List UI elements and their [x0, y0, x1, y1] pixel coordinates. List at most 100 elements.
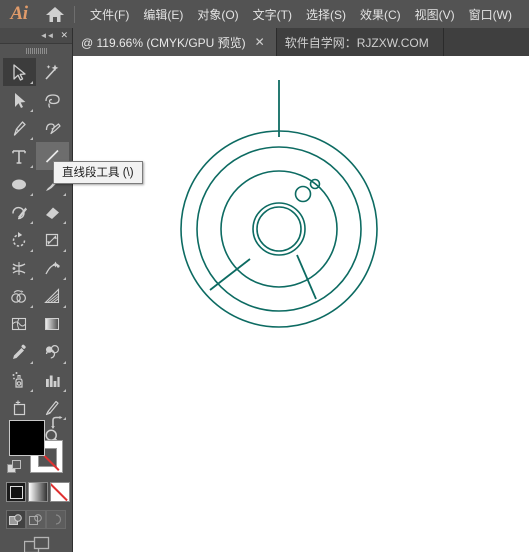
- free-transform-tool-icon: [45, 261, 60, 274]
- shaper-tool[interactable]: [3, 198, 36, 226]
- draw-normal-button[interactable]: [6, 510, 26, 529]
- tool-grid: [0, 58, 73, 450]
- type-tool[interactable]: [3, 142, 36, 170]
- rotate-tool[interactable]: [3, 226, 36, 254]
- magic-wand-tool-icon: [45, 64, 59, 80]
- mesh-tool-icon: [11, 317, 27, 330]
- document-tab[interactable]: 软件自学网：RJZXW.COM: [277, 28, 444, 56]
- tool-flyout-indicator[interactable]: [30, 277, 33, 280]
- tool-flyout-indicator[interactable]: [63, 305, 66, 308]
- none-mode-button[interactable]: [50, 482, 70, 502]
- scale-tool[interactable]: [36, 226, 69, 254]
- draw-behind-button[interactable]: [26, 510, 46, 529]
- symbol-sprayer-tool[interactable]: [3, 366, 36, 394]
- tool-flyout-indicator[interactable]: [63, 389, 66, 392]
- swap-arrow-glyph: [51, 416, 63, 429]
- tool-flyout-indicator[interactable]: [30, 109, 33, 112]
- mesh-tool[interactable]: [3, 310, 36, 338]
- color-mode-button[interactable]: [6, 482, 26, 502]
- tool-flyout-indicator[interactable]: [63, 193, 66, 196]
- column-graph-tool[interactable]: [36, 366, 69, 394]
- menu-items: 文件(F) 编辑(E) 对象(O) 文字(T) 选择(S) 效果(C) 视图(V) 窗口(W): [83, 0, 519, 28]
- swap-fill-stroke-icon[interactable]: [50, 416, 65, 433]
- menu-window[interactable]: 窗口(W): [462, 0, 519, 28]
- canvas-area[interactable]: [73, 56, 529, 552]
- direct-selection-tool[interactable]: [3, 86, 36, 114]
- tool-flyout-indicator[interactable]: [30, 249, 33, 252]
- tool-flyout-indicator[interactable]: [63, 361, 66, 364]
- tool-flyout-indicator[interactable]: [30, 221, 33, 224]
- menu-type[interactable]: 文字(T): [246, 0, 299, 28]
- draw-normal-icon: [9, 513, 22, 525]
- close-icon[interactable]: ✕: [252, 36, 268, 48]
- home-icon[interactable]: [38, 0, 72, 28]
- menu-view[interactable]: 视图(V): [408, 0, 462, 28]
- inner-circle-inner[interactable]: [256, 206, 302, 252]
- width-tool[interactable]: [3, 254, 36, 282]
- scale-tool-icon: [45, 233, 59, 246]
- tools-panel-header: ◄◄ ✕: [0, 28, 72, 44]
- document-tab-label: @ 119.66% (CMYK/GPU 预览): [81, 35, 246, 50]
- home-icon-glyph: [46, 7, 64, 22]
- default-fill-stroke-icon[interactable]: [7, 460, 23, 481]
- pen-tool-icon: [13, 120, 26, 136]
- tool-flyout-indicator[interactable]: [30, 165, 33, 168]
- lasso-tool[interactable]: [36, 86, 69, 114]
- tool-flyout-indicator[interactable]: [30, 305, 33, 308]
- menu-edit[interactable]: 编辑(E): [136, 0, 190, 28]
- column-graph-tool-icon: [46, 375, 60, 387]
- menu-select[interactable]: 选择(S): [299, 0, 353, 28]
- curvature-tool-icon: [45, 122, 61, 134]
- blend-tool[interactable]: [36, 338, 69, 366]
- eraser-tool[interactable]: [36, 198, 69, 226]
- inner-circle-outer[interactable]: [252, 202, 306, 256]
- eyedropper-tool[interactable]: [3, 338, 36, 366]
- curvature-tool[interactable]: [36, 114, 69, 142]
- perspective-grid-tool[interactable]: [36, 282, 69, 310]
- drawing-mode-row: [6, 510, 66, 529]
- fill-swatch[interactable]: [9, 420, 45, 456]
- illustrator-window: Ai 文件(F) 编辑(E) 对象(O) 文字(T) 选择(S) 效果(C) 视图(V) 窗口…: [0, 0, 529, 552]
- magic-wand-tool[interactable]: [36, 58, 69, 86]
- tool-flyout-indicator[interactable]: [63, 221, 66, 224]
- tool-flyout-indicator[interactable]: [30, 81, 33, 84]
- tool-flyout-indicator[interactable]: [30, 389, 33, 392]
- third-circle[interactable]: [220, 170, 338, 288]
- draw-inside-button[interactable]: [46, 510, 66, 529]
- pen-tool[interactable]: [3, 114, 36, 142]
- menu-file[interactable]: 文件(F): [83, 0, 136, 28]
- screen-mode-icon[interactable]: [23, 536, 50, 552]
- screen-mode-glyph: [23, 536, 50, 552]
- document-tab[interactable]: @ 119.66% (CMYK/GPU 预览) ✕: [73, 28, 277, 56]
- bubble-medium[interactable]: [294, 185, 312, 203]
- tool-flyout-indicator[interactable]: [63, 277, 66, 280]
- menu-effect[interactable]: 效果(C): [353, 0, 408, 28]
- shape-builder-tool[interactable]: [3, 282, 36, 310]
- menu-bar: Ai 文件(F) 编辑(E) 对象(O) 文字(T) 选择(S) 效果(C) 视图(V) 窗口…: [0, 0, 529, 28]
- tool-flyout-indicator[interactable]: [30, 137, 33, 140]
- collapse-icon[interactable]: ◄◄: [40, 31, 55, 40]
- tool-tooltip: 直线段工具 (\): [53, 161, 143, 184]
- tool-flyout-indicator[interactable]: [30, 193, 33, 196]
- gradient-mode-button[interactable]: [28, 482, 48, 502]
- menubar-divider: [74, 5, 75, 23]
- selection-tool[interactable]: [3, 58, 36, 86]
- eraser-tool-icon: [46, 207, 59, 219]
- outer-circle[interactable]: [180, 130, 378, 328]
- tools-panel-grip[interactable]: [0, 44, 72, 58]
- grip-lines: [25, 48, 47, 54]
- width-tool-icon: [12, 261, 26, 275]
- gradient-tool[interactable]: [36, 310, 69, 338]
- tool-flyout-indicator[interactable]: [30, 361, 33, 364]
- tick-lower-right[interactable]: [296, 254, 317, 300]
- tabbar-spacer: [443, 28, 529, 56]
- tools-panel: ◄◄ ✕: [0, 28, 73, 552]
- type-tool-icon: [12, 149, 26, 164]
- gradient-tool-icon: [45, 317, 59, 330]
- document-tab-label: 软件自学网：RJZXW.COM: [284, 35, 429, 50]
- free-transform-tool[interactable]: [36, 254, 69, 282]
- tool-flyout-indicator[interactable]: [63, 249, 66, 252]
- ellipse-tool[interactable]: [3, 170, 36, 198]
- close-icon[interactable]: ✕: [60, 30, 68, 41]
- menu-object[interactable]: 对象(O): [190, 0, 245, 28]
